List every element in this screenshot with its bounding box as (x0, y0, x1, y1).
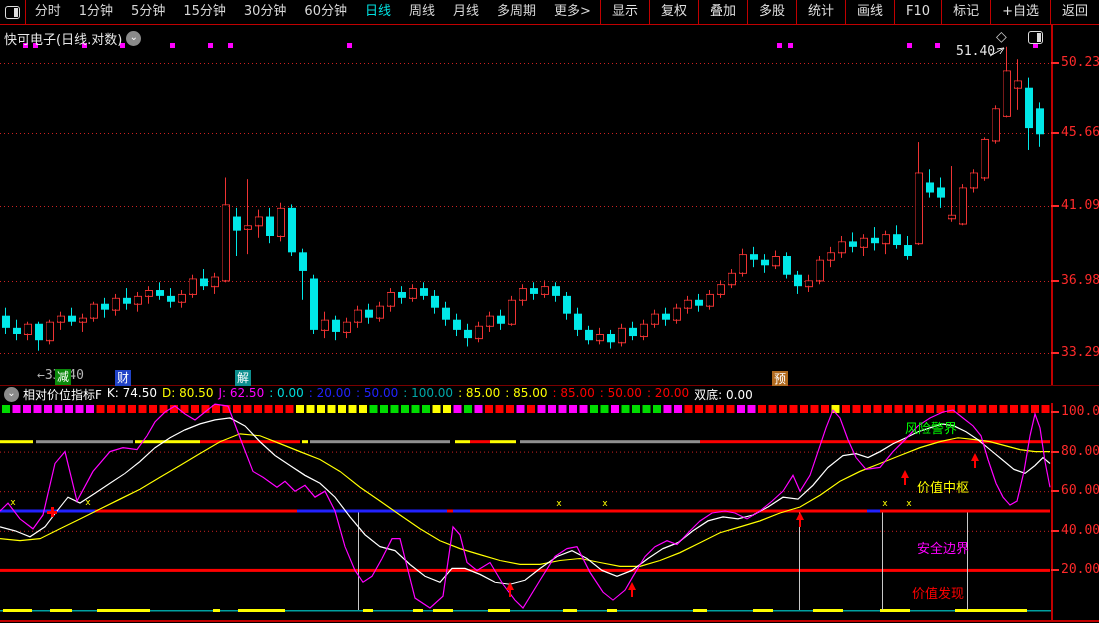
indicator-label: 安全边界 (917, 538, 969, 557)
menu-item-画线[interactable]: 画线 (845, 0, 894, 24)
menu-item-日线[interactable]: 日线 (356, 0, 400, 24)
price-axis-label: 33.29 (1061, 345, 1099, 360)
price-axis-label-tick (1051, 280, 1059, 282)
menu-item-统计[interactable]: 统计 (796, 0, 845, 24)
price-axis-label-tick (1051, 205, 1059, 207)
indicator-axis-label-tick (1051, 490, 1059, 492)
indicator-header-part: K: 74.50 (107, 386, 157, 403)
indicator-label: 价值发现 (912, 583, 964, 602)
indicator-label: 价值中枢 (917, 477, 969, 496)
price-axis-label: 41.09 (1061, 198, 1099, 213)
tdx-window: 分时1分钟5分钟15分钟30分钟60分钟日线周线月线多周期更多> 显示复权叠加多… (0, 0, 1099, 623)
indicator-values: 相对价位指标F K: 74.50 D: 80.50 J: 62.50 : 0.00 : 2… (23, 386, 758, 403)
event-dot (228, 43, 233, 48)
event-badge-减[interactable]: 减 (55, 369, 71, 385)
menu-item-叠加[interactable]: 叠加 (698, 0, 747, 24)
price-axis-label-tick (1051, 62, 1059, 64)
indicator-header-part: : 100.00 (403, 386, 453, 403)
indicator-header-part: : 50.00 (600, 386, 642, 403)
menu-item-分时[interactable]: 分时 (26, 0, 70, 24)
bottom-border (0, 620, 1099, 622)
indicator-header-part: 相对价位指标F (23, 386, 102, 403)
price-axis-label: 50.23 (1061, 55, 1099, 70)
indicator-canvas[interactable] (0, 403, 1051, 621)
indicator-axis-label: 60.00 (1061, 483, 1099, 498)
menu-item-复权[interactable]: 复权 (649, 0, 698, 24)
event-badge-解[interactable]: 解 (235, 370, 251, 386)
diamond-icon[interactable]: ◇ (996, 29, 1007, 45)
indicator-axis-label: 20.00 (1061, 562, 1099, 577)
indicator-axis-label-tick (1051, 530, 1059, 532)
chart-title-row: 快可电子(日线.对数) ⌄ (4, 29, 141, 48)
menu-item-月线[interactable]: 月线 (444, 0, 488, 24)
event-dot (170, 43, 175, 48)
menu-item-+自选[interactable]: +自选 (990, 0, 1050, 24)
panel-layout-button[interactable] (0, 0, 26, 24)
indicator-header: ⌄ 相对价位指标F K: 74.50 D: 80.50 J: 62.50 : 0.00:… (0, 386, 1099, 403)
price-axis-label-tick (1051, 352, 1059, 354)
indicator-header-part: : 50.00 (356, 386, 398, 403)
event-dot (208, 43, 213, 48)
indicator-header-part: 双底: 0.00 (694, 386, 753, 403)
menu-item-周线[interactable]: 周线 (400, 0, 444, 24)
menu-item-显示[interactable]: 显示 (600, 0, 649, 24)
indicator-header-part: : 85.00 (505, 386, 547, 403)
price-axis-label: 36.98 (1061, 273, 1099, 288)
menu-item-5分钟[interactable]: 5分钟 (122, 0, 174, 24)
price-axis-label-tick (1051, 132, 1059, 134)
menu-item-1分钟[interactable]: 1分钟 (70, 0, 122, 24)
menu-item-标记[interactable]: 标记 (941, 0, 990, 24)
indicator-header-part: : 85.00 (553, 386, 595, 403)
menu-item-多股[interactable]: 多股 (747, 0, 796, 24)
menu-item-返回[interactable]: 返回 (1050, 0, 1099, 24)
panel-layout-icon (5, 6, 20, 19)
indicator-header-part: : 0.00 (269, 386, 304, 403)
price-axis-label: 45.66 (1061, 125, 1099, 140)
menu-item-30分钟[interactable]: 30分钟 (235, 0, 296, 24)
event-dot (907, 43, 912, 48)
menu-item-F10[interactable]: F10 (894, 0, 941, 24)
indicator-header-part: J: 62.50 (218, 386, 264, 403)
stock-title: 快可电子(日线.对数) (4, 29, 122, 48)
period-menu: 分时1分钟5分钟15分钟30分钟60分钟日线周线月线多周期更多> (26, 0, 600, 24)
menu-item-15分钟[interactable]: 15分钟 (174, 0, 235, 24)
indicator-axis-label: 100.00 (1061, 404, 1099, 419)
indicator-axis-label-tick (1051, 411, 1059, 413)
indicator-header-part: : 20.00 (309, 386, 351, 403)
indicator-header-part: : 20.00 (647, 386, 689, 403)
event-badge-财[interactable]: 财 (115, 370, 131, 386)
main-chart-canvas[interactable] (0, 25, 1051, 385)
tools-menu: 显示复权叠加多股统计画线F10标记+自选返回 (600, 0, 1099, 24)
indicator-axis-label: 80.00 (1061, 444, 1099, 459)
high-price-label: 51.40 (956, 44, 995, 59)
indicator-axis-label: 40.00 (1061, 523, 1099, 538)
indicator-axis-label-tick (1051, 569, 1059, 571)
event-dot (347, 43, 352, 48)
indicator-axis-label-tick (1051, 451, 1059, 453)
event-dot (777, 43, 782, 48)
event-badge-预[interactable]: 预 (772, 371, 788, 387)
indicator-label: 风险警界 (905, 418, 957, 437)
indicator-chevron-icon[interactable]: ⌄ (4, 387, 19, 402)
maximize-pane-icon[interactable] (1028, 31, 1043, 44)
top-menubar: 分时1分钟5分钟15分钟30分钟60分钟日线周线月线多周期更多> 显示复权叠加多… (0, 0, 1099, 25)
chevron-down-icon[interactable]: ⌄ (126, 31, 141, 46)
event-dot (788, 43, 793, 48)
menu-item-60分钟[interactable]: 60分钟 (295, 0, 356, 24)
indicator-header-part: : 85.00 (458, 386, 500, 403)
menu-item-更多>[interactable]: 更多> (545, 0, 600, 24)
event-dot (935, 43, 940, 48)
menu-item-多周期[interactable]: 多周期 (488, 0, 545, 24)
indicator-header-part: D: 80.50 (162, 386, 213, 403)
